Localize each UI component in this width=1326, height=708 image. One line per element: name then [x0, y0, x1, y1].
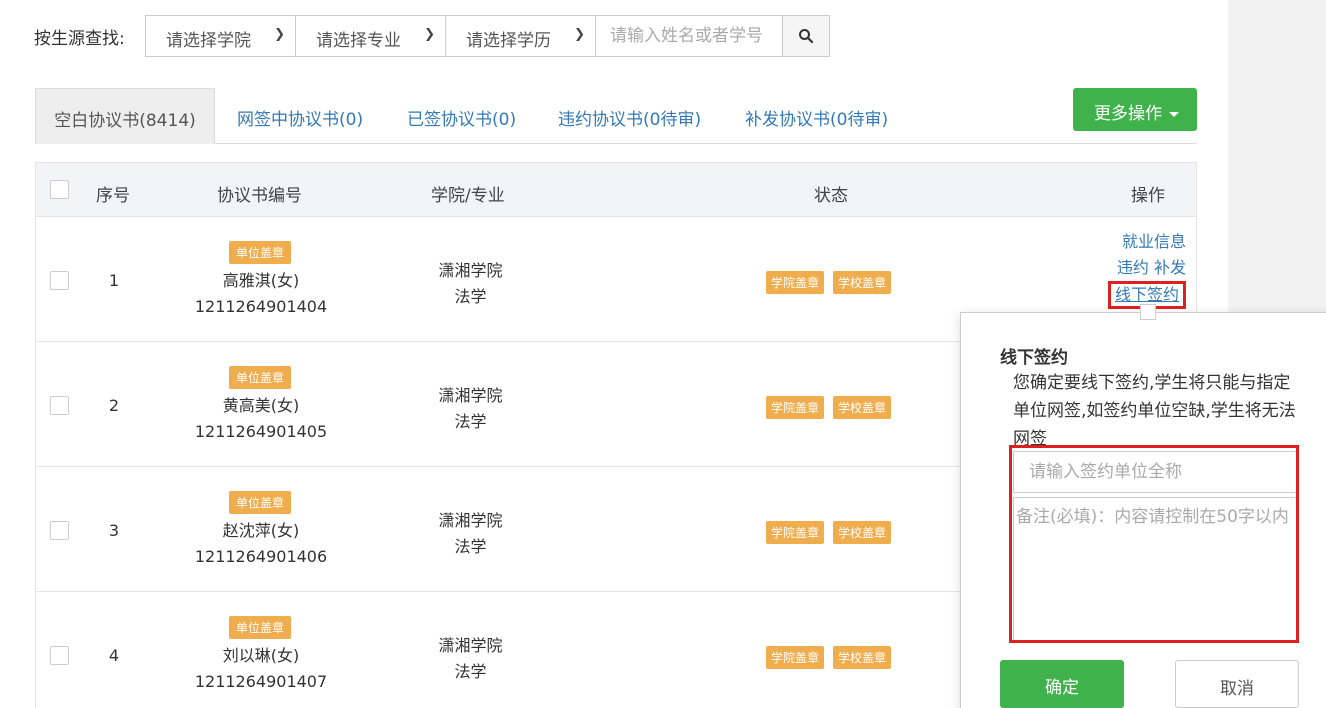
- degree-select-value: 请选择学历: [466, 31, 551, 51]
- header-index: 序号: [96, 186, 130, 206]
- tab-breach[interactable]: 违约协议书(0待审): [558, 88, 701, 144]
- college-name: 潇湘学院: [438, 261, 503, 280]
- agreement-number: 1211264901405: [194, 422, 328, 441]
- tab-signed[interactable]: 已签协议书(0): [407, 88, 516, 144]
- agreement-number: 1211264901407: [194, 672, 328, 691]
- breach-link[interactable]: 违约: [1117, 258, 1149, 277]
- major-name: 法学: [454, 662, 487, 681]
- header-college-major: 学院/专业: [431, 186, 505, 206]
- header-agreement-no: 协议书编号: [217, 186, 302, 206]
- degree-select[interactable]: 请选择学历 ❯: [445, 15, 596, 57]
- agreement-number: 1211264901404: [194, 297, 328, 316]
- status-badge: 学校盖章: [833, 271, 892, 294]
- status-badge: 学院盖章: [766, 646, 825, 669]
- status-badge: 学校盖章: [833, 646, 892, 669]
- row-index: 3: [108, 521, 120, 540]
- select-all-checkbox[interactable]: [50, 180, 69, 199]
- caret-down-icon: [1169, 111, 1179, 117]
- status-badge: 单位盖章: [229, 491, 292, 514]
- row-index: 2: [108, 396, 120, 415]
- status-badge: 单位盖章: [229, 366, 292, 389]
- reissue-link[interactable]: 补发: [1154, 258, 1186, 277]
- student-name: 赵沈萍(女): [222, 521, 300, 540]
- student-name: 高雅淇(女): [222, 271, 300, 290]
- major-select[interactable]: 请选择专业 ❯: [295, 15, 446, 57]
- popover-arrow: [1140, 304, 1156, 320]
- table-header: 序号 协议书编号 学院/专业 状态 操作: [36, 163, 1196, 217]
- offline-sign-popover: 线下签约 您确定要线下签约,学生将只能与指定单位网签,如签约单位空缺,学生将无法…: [960, 312, 1326, 708]
- college-major: 潇湘学院 法学: [408, 633, 533, 685]
- status-badge: 学校盖章: [833, 521, 892, 544]
- row-checkbox[interactable]: [50, 271, 69, 290]
- major-select-value: 请选择专业: [316, 31, 401, 51]
- status-badge: 学院盖章: [766, 271, 825, 294]
- header-actions: 操作: [1131, 186, 1165, 206]
- more-actions-label: 更多操作: [1094, 104, 1162, 124]
- popover-title: 线下签约: [1000, 348, 1068, 368]
- row-checkbox[interactable]: [50, 396, 69, 415]
- major-name: 法学: [454, 412, 487, 431]
- status-badge: 学校盖章: [833, 396, 892, 419]
- student-name: 黄高美(女): [222, 396, 300, 415]
- search-button[interactable]: [782, 15, 830, 57]
- tab-reissue[interactable]: 补发协议书(0待审): [745, 88, 888, 144]
- highlight-box: [1009, 445, 1299, 643]
- cancel-button[interactable]: 取消: [1175, 660, 1299, 708]
- major-name: 法学: [454, 287, 487, 306]
- tab-blank-agreements[interactable]: 空白协议书(8414): [35, 88, 215, 144]
- search-input[interactable]: [595, 15, 783, 57]
- tab-online-signing[interactable]: 网签中协议书(0): [237, 88, 363, 144]
- college-major: 潇湘学院 法学: [408, 383, 533, 435]
- row-checkbox[interactable]: [50, 521, 69, 540]
- status-badge: 学院盖章: [766, 521, 825, 544]
- college-select-value: 请选择学院: [166, 31, 251, 51]
- college-select[interactable]: 请选择学院 ❯: [145, 15, 296, 57]
- filter-label: 按生源查找:: [34, 29, 125, 49]
- major-name: 法学: [454, 537, 487, 556]
- agreement-number: 1211264901406: [194, 547, 328, 566]
- row-actions: 就业信息 违约 补发 线下签约: [1107, 229, 1186, 309]
- college-name: 潇湘学院: [438, 636, 503, 655]
- college-name: 潇湘学院: [438, 511, 503, 530]
- employment-info-link[interactable]: 就业信息: [1122, 232, 1186, 251]
- row-checkbox[interactable]: [50, 646, 69, 665]
- college-major: 潇湘学院 法学: [408, 508, 533, 560]
- student-name: 刘以琳(女): [222, 646, 300, 665]
- header-status: 状态: [814, 186, 848, 206]
- more-actions-button[interactable]: 更多操作: [1073, 88, 1197, 131]
- popover-message: 您确定要线下签约,学生将只能与指定单位网签,如签约单位空缺,学生将无法网签: [1013, 373, 1296, 449]
- row-index: 1: [108, 271, 120, 290]
- chevron-down-icon: ❯: [274, 27, 285, 42]
- chevron-down-icon: ❯: [424, 27, 435, 42]
- college-major: 潇湘学院 法学: [408, 258, 533, 310]
- college-name: 潇湘学院: [438, 386, 503, 405]
- status-badge: 学院盖章: [766, 396, 825, 419]
- status-badge: 单位盖章: [229, 241, 292, 264]
- row-index: 4: [108, 646, 120, 665]
- search-icon: [799, 29, 814, 44]
- status-badge: 单位盖章: [229, 616, 292, 639]
- chevron-down-icon: ❯: [574, 27, 585, 42]
- confirm-button[interactable]: 确定: [1000, 660, 1124, 708]
